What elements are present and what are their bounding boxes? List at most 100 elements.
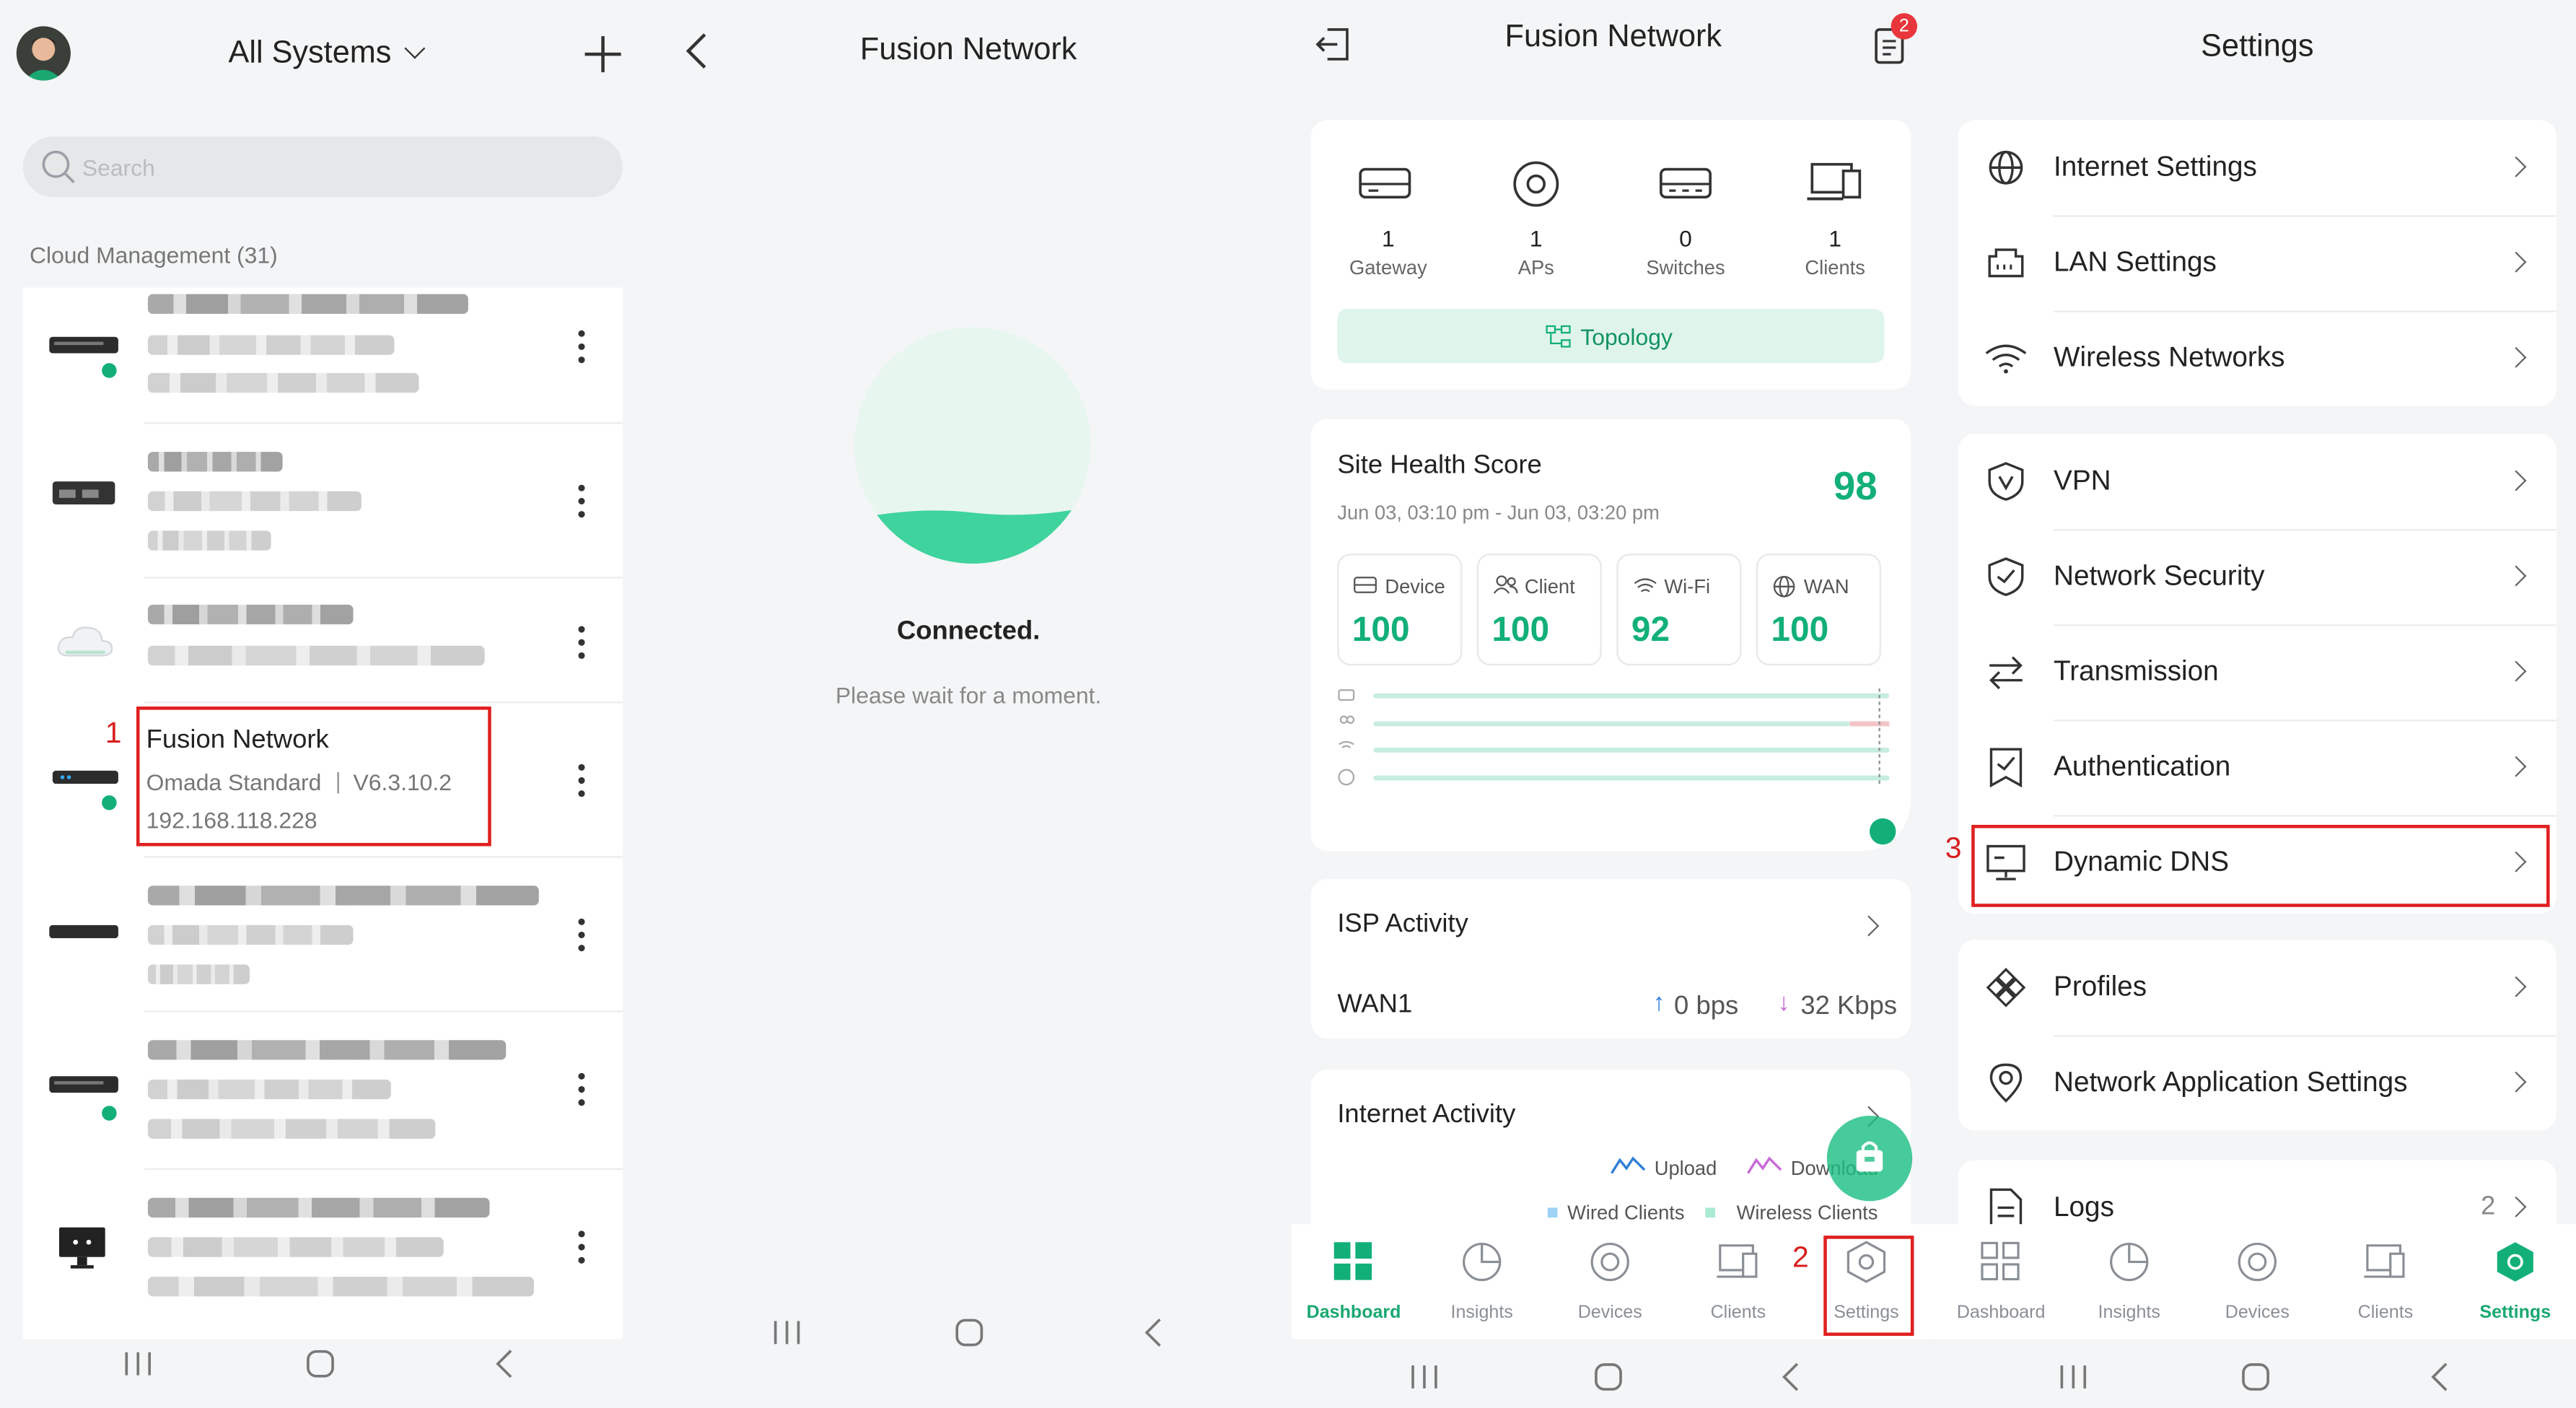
wan-score-label: WAN	[1803, 574, 1849, 598]
page-title: Fusion Network	[1504, 19, 1722, 55]
chevron-down-icon[interactable]	[404, 38, 426, 59]
download-line-icon	[1747, 1156, 1782, 1174]
download-rate: 32 Kbps	[1800, 992, 1898, 1020]
switch-icon	[1660, 167, 1712, 199]
tab-insights-label: Insights	[1450, 1303, 1513, 1323]
chevron-right-icon	[2505, 756, 2527, 777]
client-score-label: Client	[1524, 574, 1575, 598]
recent-apps-icon[interactable]	[2059, 1362, 2088, 1391]
back-nav-icon[interactable]	[1142, 1318, 1165, 1347]
more-options-icon[interactable]	[578, 918, 585, 958]
health-range: Jun 03, 03:10 pm - Jun 03, 03:20 pm	[1337, 501, 1660, 525]
avatar[interactable]	[16, 26, 71, 81]
wan-score-value: 100	[1771, 611, 1829, 650]
back-nav-icon[interactable]	[1779, 1362, 1802, 1391]
bottom-tab-bar: Dashboard Insights Devices Clients Setti…	[1935, 1224, 2576, 1339]
network-application-settings-row[interactable]: Network Application Settings	[1958, 1035, 2557, 1130]
isp-activity-card[interactable]: ISP Activity WAN1 ↑ 0 bps ↓ 32 Kbps	[1310, 879, 1911, 1038]
back-nav-icon[interactable]	[2428, 1362, 2451, 1391]
chevron-right-icon	[1858, 915, 1880, 937]
clients-count: 1	[1828, 224, 1842, 252]
tab-insights[interactable]: Insights	[1424, 1241, 1539, 1323]
clients-icon	[2364, 1244, 2405, 1278]
list-item[interactable]	[23, 287, 623, 422]
transmission-row[interactable]: Transmission	[1958, 624, 2557, 720]
insights-icon	[1463, 1242, 1502, 1282]
gateway-device-icon	[49, 924, 118, 939]
step-1-highlight	[136, 707, 491, 847]
chevron-right-icon	[2505, 660, 2527, 682]
home-button-icon[interactable]	[2241, 1362, 2271, 1391]
wifi-score-box[interactable]: Wi-Fi 92	[1616, 554, 1742, 666]
systems-title[interactable]: All Systems	[228, 36, 391, 72]
tab-devices[interactable]: Devices	[1553, 1241, 1668, 1323]
more-options-icon[interactable]	[578, 330, 585, 370]
tab-insights[interactable]: Insights	[2072, 1241, 2186, 1323]
android-nav-bar	[646, 1318, 1292, 1408]
client-score-box[interactable]: Client 100	[1476, 554, 1602, 666]
tab-clients[interactable]: Clients	[2328, 1241, 2443, 1323]
home-button-icon[interactable]	[1593, 1362, 1623, 1391]
wifi-icon	[1634, 578, 1657, 593]
home-button-icon[interactable]	[955, 1318, 984, 1347]
tab-dashboard[interactable]: Dashboard	[1943, 1241, 2058, 1323]
home-button-icon[interactable]	[305, 1349, 335, 1378]
clients-label: Clients	[1805, 256, 1865, 280]
list-item[interactable]	[23, 1168, 623, 1339]
lan-settings-row[interactable]: LAN Settings	[1958, 215, 2557, 310]
more-options-icon[interactable]	[578, 1230, 585, 1270]
list-item[interactable]	[23, 422, 623, 577]
logs-icon	[1989, 1188, 2023, 1228]
list-item[interactable]	[23, 856, 623, 1010]
profiles-icon	[1986, 968, 2026, 1007]
wireless-networks-row[interactable]: Wireless Networks	[1958, 310, 2557, 406]
more-options-icon[interactable]	[578, 484, 585, 525]
isp-title: ISP Activity	[1337, 910, 1468, 939]
search-placeholder: Search	[82, 154, 155, 181]
upload-line-icon	[1611, 1156, 1646, 1174]
wan-score-box[interactable]: WAN 100	[1756, 554, 1881, 666]
vpn-label: VPN	[2054, 465, 2111, 497]
tab-clients[interactable]: Clients	[1681, 1241, 1795, 1323]
tab-dashboard[interactable]: Dashboard	[1296, 1241, 1411, 1323]
list-item[interactable]	[23, 1010, 623, 1168]
device-score-label: Device	[1385, 574, 1445, 598]
profiles-row[interactable]: Profiles	[1958, 940, 2557, 1035]
more-options-icon[interactable]	[578, 1072, 585, 1113]
more-options-icon[interactable]	[578, 764, 585, 804]
device-stats-card: 1 Gateway 1 APs 0 Switches 1 Clients Top…	[1310, 120, 1911, 390]
recent-apps-icon[interactable]	[1409, 1362, 1439, 1391]
controller-device-icon	[52, 481, 115, 504]
device-score-box[interactable]: Device 100	[1337, 554, 1463, 666]
client-score-value: 100	[1491, 611, 1550, 650]
authentication-row[interactable]: Authentication	[1958, 720, 2557, 815]
search-bar[interactable]: Search	[22, 136, 623, 198]
settings-group-network: Internet Settings LAN Settings Wireless …	[1958, 120, 2557, 406]
tab-settings[interactable]: Settings	[2458, 1241, 2572, 1323]
more-options-icon[interactable]	[578, 626, 585, 665]
timeline-handle[interactable]	[1869, 818, 1896, 845]
android-nav-bar	[0, 1339, 646, 1408]
security-shield-icon	[1988, 557, 2024, 596]
vpn-shield-icon	[1988, 462, 2024, 501]
floating-assistant-button[interactable]	[1826, 1115, 1913, 1202]
internet-settings-row[interactable]: Internet Settings	[1958, 120, 2557, 215]
tab-devices[interactable]: Devices	[2200, 1241, 2315, 1323]
network-security-row[interactable]: Network Security	[1958, 529, 2557, 624]
topology-button[interactable]: Topology	[1337, 309, 1885, 364]
back-nav-icon[interactable]	[493, 1349, 516, 1378]
location-pin-icon	[1989, 1063, 2023, 1103]
aps-count: 1	[1529, 224, 1543, 252]
list-item[interactable]	[23, 577, 623, 701]
online-badge-icon	[100, 361, 118, 380]
topology-label: Topology	[1580, 323, 1673, 350]
recent-apps-icon[interactable]	[123, 1349, 153, 1378]
vpn-row[interactable]: VPN	[1958, 434, 2557, 529]
wired-legend-swatch	[1547, 1207, 1558, 1218]
gateway-label: Gateway	[1349, 256, 1427, 280]
avatar-image-icon	[25, 37, 63, 81]
upload-arrow-icon: ↑	[1652, 989, 1665, 1018]
plus-icon[interactable]	[583, 35, 623, 74]
recent-apps-icon[interactable]	[772, 1318, 802, 1347]
tab-dashboard-label: Dashboard	[1956, 1303, 2046, 1323]
